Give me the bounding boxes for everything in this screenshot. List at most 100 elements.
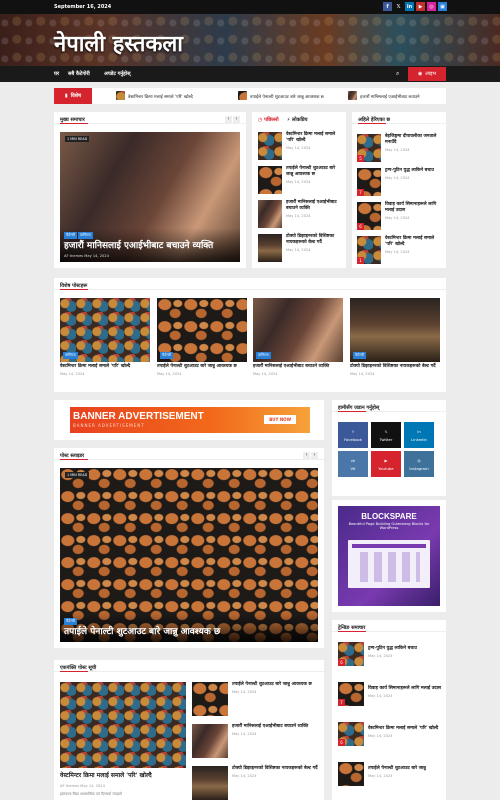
featured-post-title[interactable]: वेस्टमिन्टर क्रिमा मलाई समाले 'परि' खोल्… bbox=[60, 772, 186, 779]
post-title[interactable]: विवाह कार्य सिमानाहरूले लागि मलाई उदास bbox=[368, 686, 441, 692]
prev-arrow-icon[interactable]: ‹ bbox=[303, 452, 310, 459]
post-thumbnail[interactable] bbox=[258, 200, 282, 228]
list-item[interactable]: 5 बेइजिङ्गमा दीपावलीका जनताले मनाउँदै May … bbox=[357, 134, 443, 162]
prev-arrow-icon[interactable]: ‹ bbox=[225, 116, 232, 123]
instagram-link[interactable]: ◎ Instagram bbox=[404, 451, 434, 477]
category-tag[interactable]: कैटेगरी bbox=[64, 618, 77, 625]
special-post-card[interactable]: वाणिज्य वेस्टमिन्टर क्रिमा मलाई समाले 'पर… bbox=[60, 298, 150, 376]
category-tag[interactable]: कैटेगरी bbox=[64, 232, 77, 239]
post-title[interactable]: वेस्टमिन्टर क्रिमा मलाई समाले 'परि' खोल्… bbox=[385, 236, 443, 248]
list-item[interactable]: टोक्यो डिझाइनरको विशिष्टका नायकहरूको बेल… bbox=[258, 234, 342, 262]
category-tag[interactable]: वाणिज्य bbox=[256, 352, 271, 359]
featured-post-thumbnail[interactable] bbox=[60, 682, 186, 768]
post-thumbnail[interactable] bbox=[192, 766, 228, 800]
facebook-icon[interactable]: f bbox=[383, 2, 392, 11]
youtube-link[interactable]: ▶ Youtube bbox=[371, 451, 401, 477]
nav-item-updates[interactable]: अपडेट गर्नुहोस् bbox=[104, 71, 131, 77]
list-item[interactable]: हजारौं मानिसलाई एआईभीबाट बचाउने व्यक्ति M… bbox=[192, 724, 318, 758]
post-thumbnail[interactable] bbox=[338, 762, 364, 786]
post-title[interactable]: टोक्यो डिझाइनरको विशिष्टका नायकहरूको बेल… bbox=[232, 766, 318, 772]
post-title[interactable]: तपाईले पेनाल्टी शुटआउट बारे जान्नु आवश्य… bbox=[232, 682, 312, 688]
buy-now-button[interactable]: BUY NOW bbox=[264, 415, 296, 424]
post-title[interactable]: तपाईले पेनाल्टी शुटआउट बारे जान्नु bbox=[368, 766, 426, 772]
post-title[interactable]: तपाईले पेनाल्टी शुटआउट बारे जान्नु आवश्य… bbox=[157, 364, 247, 370]
twitter-icon[interactable]: 𝕏 bbox=[394, 2, 403, 11]
post-thumbnail[interactable]: 7 bbox=[338, 682, 364, 706]
list-item[interactable]: 6 वेस्टमिन्टर क्रिमा मलाई समाले 'परि' खोल… bbox=[338, 722, 442, 746]
vk-link[interactable]: vk VK bbox=[338, 451, 368, 477]
nav-item-categories[interactable]: सबै कैटेगोरी bbox=[68, 71, 90, 77]
facebook-link[interactable]: f Facebook bbox=[338, 422, 368, 448]
post-title[interactable]: टोक्यो डिझाइनरको विशिष्टका नायकहरूको बेल… bbox=[350, 364, 440, 370]
post-slide[interactable]: 1 MIN READ कैटेगरी तपाईले पेनाल्टी शुटआउ… bbox=[60, 468, 318, 642]
category-tag[interactable]: वाणिज्य bbox=[78, 232, 93, 239]
special-post-card[interactable]: कैटेगरी टोक्यो डिझाइनरको विशिष्टका नायकहर… bbox=[350, 298, 440, 376]
next-arrow-icon[interactable]: › bbox=[233, 116, 240, 123]
list-item[interactable]: 6 ट्रम्प-पुटिन युद्ध लाकिने बचाउ May 14, 2… bbox=[338, 642, 442, 666]
twitter-link[interactable]: 𝕏 Twitter bbox=[371, 422, 401, 448]
list-item[interactable]: तपाईले पेनाल्टी शुटआउट बारे जान्नु आवश्य… bbox=[258, 166, 342, 194]
linkedin-icon[interactable]: in bbox=[405, 2, 414, 11]
post-thumbnail[interactable] bbox=[192, 682, 228, 716]
tab-latest[interactable]: ◷ पछिल्लो bbox=[258, 117, 279, 123]
post-title[interactable]: तपाईले पेनाल्टी शुटआउट बारे जान्नु आवश्य… bbox=[286, 166, 342, 178]
post-thumbnail[interactable]: 6 bbox=[338, 642, 364, 666]
list-item[interactable]: 7 ट्रम्प-पुटिन युद्ध लाकिने बचाउ May 14, 2… bbox=[357, 168, 443, 196]
special-post-card[interactable]: कैटेगरी तपाईले पेनाल्टी शुटआउट बारे जान्न… bbox=[157, 298, 247, 376]
list-item[interactable]: 6 विवाह कार्य सिमानाहरूले लागि मलाई उदास M… bbox=[357, 202, 443, 230]
post-thumbnail[interactable]: 6 bbox=[338, 722, 364, 746]
post-thumbnail[interactable]: 5 bbox=[357, 134, 381, 162]
post-title[interactable]: हजारौं मानिसलाई एआईभीबाट बचाउने व्यक्ति bbox=[253, 364, 343, 370]
main-news-title[interactable]: हजारौं मानिसलाई एआईभीबाट बचाउने व्यक्ति bbox=[64, 241, 236, 252]
list-item[interactable]: तपाईले पेनाल्टी शुटआउट बारे जान्नु आवश्य… bbox=[192, 682, 318, 716]
search-icon[interactable]: ⌕ bbox=[396, 70, 399, 78]
post-thumbnail[interactable]: कैटेगरी bbox=[350, 298, 440, 362]
linkedin-link[interactable]: in Linkedin bbox=[404, 422, 434, 448]
instagram-icon[interactable]: ◎ bbox=[427, 2, 436, 11]
ticker-item[interactable]: तपाईले पेनाल्टी शुटआउट बारे जान्नु आवश्य… bbox=[238, 91, 324, 100]
live-button[interactable]: ◉ लाइभ bbox=[408, 67, 446, 81]
ticker-item[interactable]: हजारौं मानिसलाई एआईभीबाट बचाउने bbox=[348, 91, 420, 100]
post-title[interactable]: वेस्टमिन्टर क्रिमा मलाई समाले 'परि' खोल्… bbox=[368, 726, 438, 732]
post-title[interactable]: हजारौं मानिसलाई एआईभीबाट बचाउने व्यक्ति bbox=[286, 200, 342, 212]
post-thumbnail[interactable]: वाणिज्य bbox=[253, 298, 343, 362]
post-title[interactable]: विवाह कार्य सिमानाहरूले लागि मलाई उदास bbox=[385, 202, 443, 214]
list-item[interactable]: टोक्यो डिझाइनरको विशिष्टका नायकहरूको बेल… bbox=[192, 766, 318, 800]
next-arrow-icon[interactable]: › bbox=[311, 452, 318, 459]
ticker-item[interactable]: वेस्टमिन्टर क्रिमा मलाई समाले 'परि' खोल्… bbox=[116, 91, 193, 100]
youtube-icon[interactable]: ▶ bbox=[416, 2, 425, 11]
list-item[interactable]: 7 विवाह कार्य सिमानाहरूले लागि मलाई उदास M… bbox=[338, 682, 442, 706]
list-item[interactable]: हजारौं मानिसलाई एआईभीबाट बचाउने व्यक्ति M… bbox=[258, 200, 342, 228]
post-thumbnail[interactable]: 7 bbox=[357, 168, 381, 196]
post-thumbnail[interactable]: कैटेगरी bbox=[157, 298, 247, 362]
main-news-slide[interactable]: 1 MIN READ कैटेगरी वाणिज्य हजारौं मानिसला… bbox=[60, 132, 240, 262]
post-thumbnail[interactable]: 6 bbox=[357, 202, 381, 230]
vk-icon[interactable]: ▣ bbox=[438, 2, 447, 11]
category-tag[interactable]: वाणिज्य bbox=[63, 352, 78, 359]
post-thumbnail[interactable]: वाणिज्य bbox=[60, 298, 150, 362]
nav-item-home[interactable]: घर bbox=[54, 71, 59, 77]
banner-advertisement[interactable]: BANNER ADVERTISEMENT BANNER ADVERTISEMEN… bbox=[70, 407, 310, 433]
post-title[interactable]: वेस्टमिन्टर क्रिमा मलाई समाले 'परि' खोल्… bbox=[60, 364, 150, 370]
post-thumbnail[interactable] bbox=[258, 234, 282, 262]
post-title[interactable]: बेइजिङ्गमा दीपावलीका जनताले मनाउँदै bbox=[385, 134, 443, 146]
post-title[interactable]: हजारौं मानिसलाई एआईभीबाट बचाउने व्यक्ति bbox=[232, 724, 308, 730]
post-thumbnail[interactable] bbox=[192, 724, 228, 758]
blockspare-advertisement[interactable]: BLOCKSPARE Beautiful Page Building Guten… bbox=[338, 506, 440, 606]
list-item[interactable]: वेस्टमिन्टर क्रिमा मलाई समाले 'परि' खोल्… bbox=[258, 132, 342, 160]
post-thumbnail[interactable] bbox=[258, 166, 282, 194]
post-thumbnail[interactable]: 1 bbox=[357, 236, 381, 264]
category-tag[interactable]: कैटेगरी bbox=[353, 352, 366, 359]
category-tag[interactable]: कैटेगरी bbox=[160, 352, 173, 359]
post-thumbnail[interactable] bbox=[258, 132, 282, 160]
tab-popular[interactable]: ⚡ लोकप्रिय bbox=[287, 117, 308, 123]
post-title[interactable]: वेस्टमिन्टर क्रिमा मलाई समाले 'परि' खोल्… bbox=[286, 132, 342, 144]
special-post-card[interactable]: वाणिज्य हजारौं मानिसलाई एआईभीबाट बचाउने व… bbox=[253, 298, 343, 376]
list-item[interactable]: 1 वेस्टमिन्टर क्रिमा मलाई समाले 'परि' खोल… bbox=[357, 236, 443, 264]
site-title[interactable]: नेपाली हस्तकला bbox=[54, 28, 183, 58]
slide-title[interactable]: तपाईले पेनाल्टी शुटआउट बारे जान्नु आवश्य… bbox=[64, 627, 314, 638]
post-title[interactable]: ट्रम्प-पुटिन युद्ध लाकिने बचाउ bbox=[368, 646, 417, 652]
post-title[interactable]: ट्रम्प-पुटिन युद्ध लाकिने बचाउ bbox=[385, 168, 434, 174]
post-title[interactable]: टोक्यो डिझाइनरको विशिष्टका नायकहरूको बेल… bbox=[286, 234, 342, 246]
list-item[interactable]: तपाईले पेनाल्टी शुटआउट बारे जान्नु May 14… bbox=[338, 762, 442, 786]
